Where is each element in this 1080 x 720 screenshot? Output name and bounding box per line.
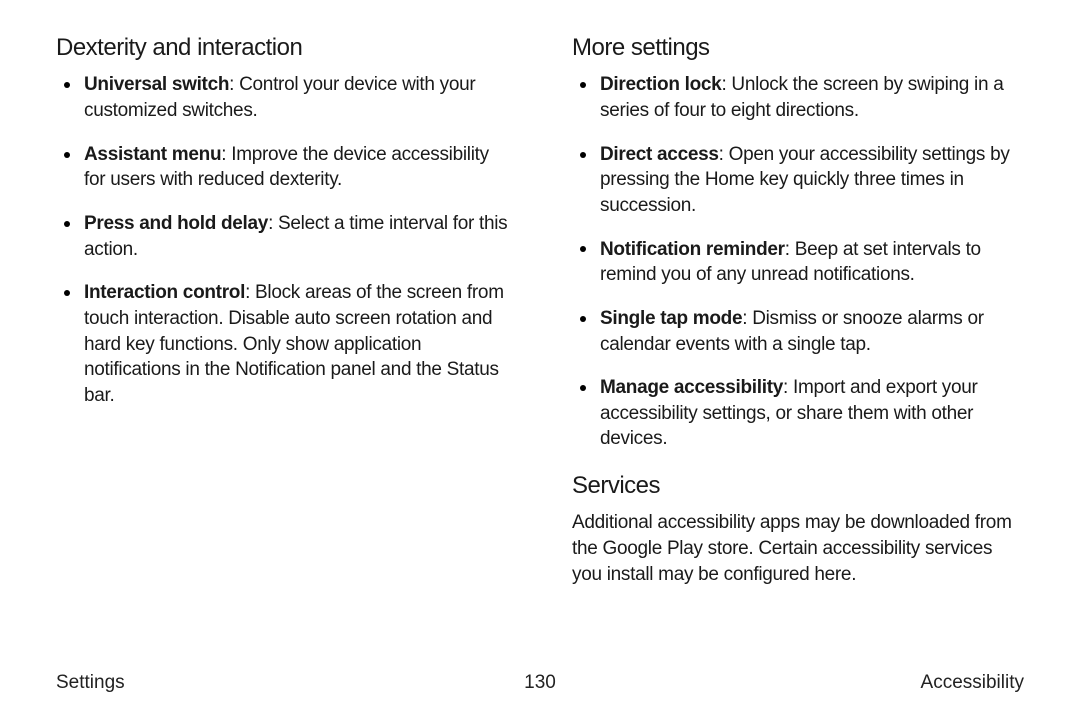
list-item: Assistant menu: Improve the device acces… [62,142,508,193]
dexterity-list: Universal switch: Control your device wi… [62,72,508,408]
item-term: Assistant menu [84,144,221,165]
item-term: Single tap mode [600,308,742,329]
list-item: Manage accessibility: Import and export … [578,375,1024,452]
item-term: Direct access [600,144,719,165]
dexterity-heading: Dexterity and interaction [56,32,508,64]
list-item: Universal switch: Control your device wi… [62,72,508,123]
columns: Dexterity and interaction Universal swit… [56,32,1024,642]
right-column: More settings Direction lock: Unlock the… [572,32,1024,642]
list-item: Direct access: Open your accessibility s… [578,142,1024,219]
services-heading: Services [572,470,1024,502]
footer-left: Settings [56,672,125,694]
page-footer: Settings 130 Accessibility [56,672,1024,694]
more-settings-list: Direction lock: Unlock the screen by swi… [578,72,1024,452]
list-item: Press and hold delay: Select a time inte… [62,211,508,262]
manual-page: Dexterity and interaction Universal swit… [0,0,1080,720]
footer-page-number: 130 [524,672,556,694]
list-item: Single tap mode: Dismiss or snooze alarm… [578,306,1024,357]
item-term: Universal switch [84,74,229,95]
item-term: Notification reminder [600,239,785,260]
item-term: Interaction control [84,282,245,303]
item-term: Manage accessibility [600,377,783,398]
left-column: Dexterity and interaction Universal swit… [56,32,508,642]
item-term: Direction lock [600,74,721,95]
list-item: Notification reminder: Beep at set inter… [578,237,1024,288]
services-body: Additional accessibility apps may be dow… [572,510,1024,587]
list-item: Direction lock: Unlock the screen by swi… [578,72,1024,123]
item-term: Press and hold delay [84,213,268,234]
footer-right: Accessibility [921,672,1024,694]
list-item: Interaction control: Block areas of the … [62,280,508,408]
more-settings-heading: More settings [572,32,1024,64]
